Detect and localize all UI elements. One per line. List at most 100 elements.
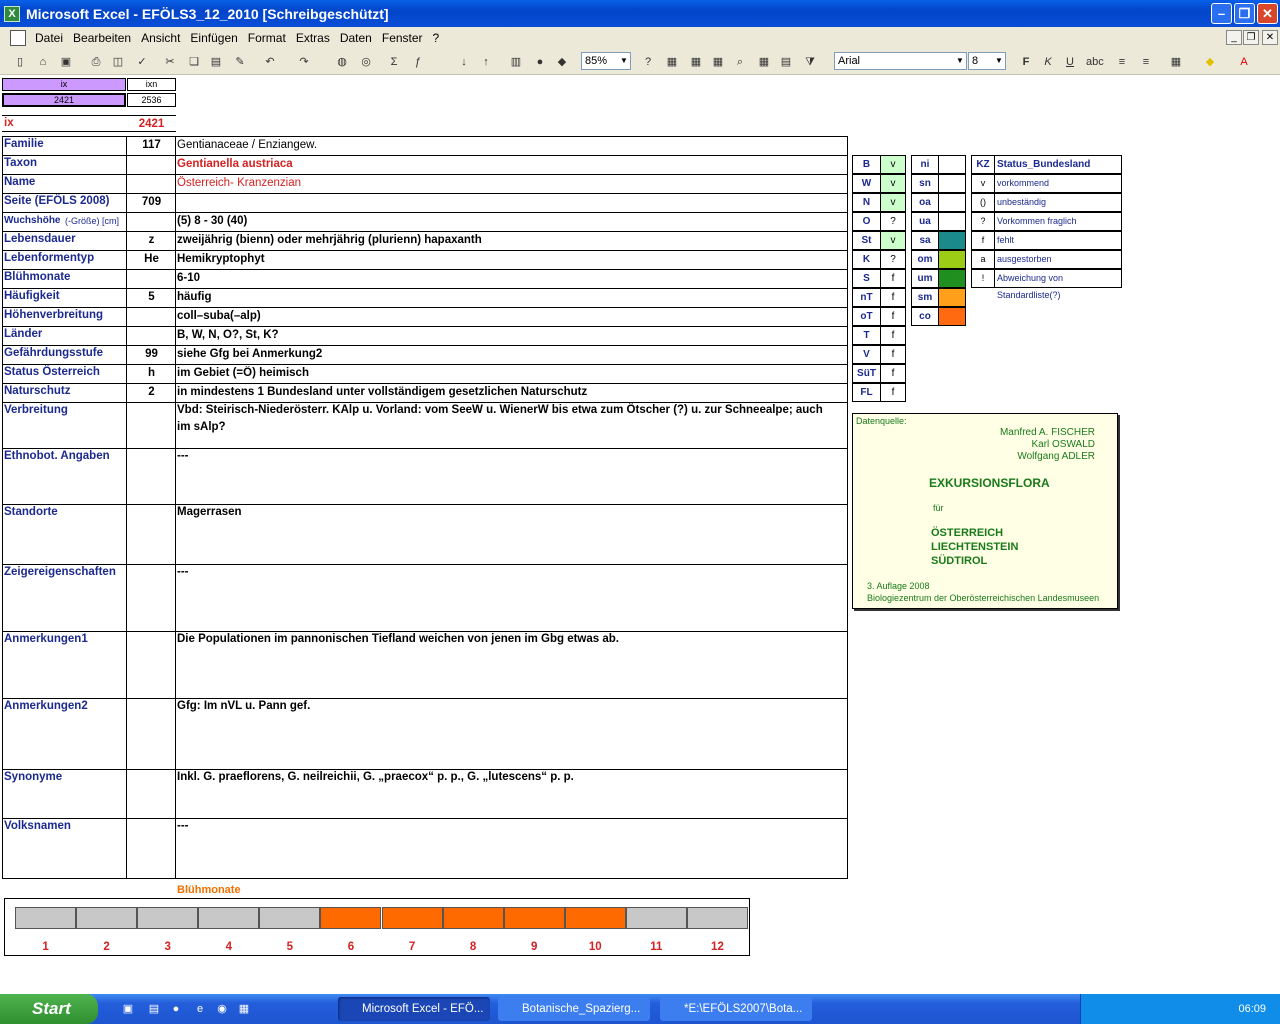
filter-icon[interactable]: ⧩ bbox=[802, 54, 818, 70]
sort-desc-icon[interactable]: ↑ bbox=[478, 54, 494, 70]
doc-restore-button[interactable]: ❐ bbox=[1243, 30, 1259, 45]
row-value[interactable]: 6-10 bbox=[177, 271, 847, 286]
menu-1[interactable]: Bearbeiten bbox=[68, 31, 136, 45]
section-value[interactable]: Gfg: Im nVL u. Pann gef. bbox=[177, 699, 847, 714]
section-value[interactable]: --- bbox=[177, 449, 847, 464]
size-dropdown-icon[interactable]: ▼ bbox=[993, 53, 1005, 69]
row-value[interactable]: häufig bbox=[177, 290, 847, 305]
row-value[interactable]: Gentianaceae / Enziangew. bbox=[177, 138, 847, 153]
row-value[interactable]: coll–suba(–alp) bbox=[177, 309, 847, 324]
paste-icon[interactable]: ▤ bbox=[208, 54, 224, 70]
row-value[interactable]: Hemikryptophyt bbox=[177, 252, 847, 267]
menu-3[interactable]: Einfügen bbox=[185, 31, 242, 45]
report-icon[interactable]: ▤ bbox=[778, 54, 794, 70]
start-button[interactable]: Start bbox=[0, 994, 98, 1024]
task-file[interactable]: *E:\EFÖLS2007\Bota... bbox=[660, 997, 812, 1021]
spelling-icon[interactable]: ✓ bbox=[134, 54, 150, 70]
section-value[interactable]: Inkl. G. praeflorens, G. neilreichii, G.… bbox=[177, 770, 847, 785]
doc-minimize-button[interactable]: _ bbox=[1226, 30, 1242, 45]
find-icon[interactable]: ⌕ bbox=[732, 54, 748, 70]
menu-8[interactable]: ? bbox=[428, 31, 445, 45]
menu-6[interactable]: Daten bbox=[335, 31, 377, 45]
strike-icon[interactable]: abc bbox=[1086, 54, 1104, 70]
redo-icon[interactable]: ↷ bbox=[296, 54, 312, 70]
source-country-2: LIECHTENSTEIN bbox=[931, 541, 1019, 553]
restore-button[interactable]: ❐ bbox=[1234, 3, 1255, 24]
save-icon[interactable]: ▣ bbox=[58, 54, 74, 70]
menu-5[interactable]: Extras bbox=[291, 31, 335, 45]
print-icon[interactable]: ⎙ bbox=[88, 54, 104, 70]
chart-icon[interactable]: ▥ bbox=[508, 54, 524, 70]
close-button[interactable]: ✕ bbox=[1257, 3, 1278, 24]
size-combo[interactable]: 8 ▼ bbox=[968, 52, 1006, 70]
row-value[interactable]: B, W, N, O?, St, K? bbox=[177, 328, 847, 343]
task-excel[interactable]: Microsoft Excel - EFÖ... bbox=[338, 997, 490, 1021]
desktop-icon[interactable]: ▣ bbox=[120, 1001, 136, 1017]
drawing-icon[interactable]: ◆ bbox=[554, 54, 570, 70]
row-value[interactable]: (5) 8 - 30 (40) bbox=[177, 214, 847, 229]
minimize-button[interactable]: – bbox=[1211, 3, 1232, 24]
font-dropdown-icon[interactable]: ▼ bbox=[954, 53, 966, 69]
state-code: FL bbox=[852, 383, 881, 402]
align-center-icon[interactable]: ≡ bbox=[1138, 54, 1154, 70]
section-value[interactable]: --- bbox=[177, 819, 847, 834]
fill-color-icon[interactable]: ◆ bbox=[1202, 54, 1218, 70]
section-value-2[interactable]: im sAlp? bbox=[177, 420, 847, 435]
altitude-swatch bbox=[938, 288, 966, 307]
calc-icon[interactable]: ▦ bbox=[710, 54, 726, 70]
row-value[interactable]: Gentianella austriaca bbox=[177, 157, 847, 172]
underline-icon[interactable]: U bbox=[1062, 54, 1078, 70]
row-line bbox=[2, 288, 848, 289]
layout-icon[interactable]: ▦ bbox=[756, 54, 772, 70]
quicklaunch-icon[interactable]: ▦ bbox=[236, 1001, 252, 1017]
align-left-icon[interactable]: ≡ bbox=[1114, 54, 1130, 70]
borders-icon[interactable]: ▦ bbox=[1168, 54, 1184, 70]
doc-close-button[interactable]: ✕ bbox=[1262, 30, 1278, 45]
cut-icon[interactable]: ✂ bbox=[162, 54, 178, 70]
ie-icon[interactable]: e bbox=[192, 1001, 208, 1017]
explorer-icon[interactable]: ▤ bbox=[146, 1001, 162, 1017]
id-cell-ixn[interactable]: 2536 bbox=[127, 93, 176, 107]
row-value[interactable]: in mindestens 1 Bundesland unter vollstä… bbox=[177, 385, 847, 400]
open-icon[interactable]: ⌂ bbox=[35, 54, 51, 70]
autosum-icon[interactable]: Σ bbox=[386, 54, 402, 70]
worksheet[interactable]: ix ixn 2421 2536 ix 2421 Familie 117 Genti… bbox=[0, 75, 1280, 990]
section-value[interactable]: Die Populationen im pannonischen Tieflan… bbox=[177, 632, 847, 647]
sort-asc-icon[interactable]: ↓ bbox=[456, 54, 472, 70]
map-icon[interactable]: ● bbox=[532, 54, 548, 70]
row-value[interactable]: zweijährig (bienn) oder mehrjährig (plur… bbox=[177, 233, 847, 248]
task-browser[interactable]: Botanische_Spazierg... bbox=[498, 997, 650, 1021]
row-value[interactable]: siehe Gfg bei Anmerkung2 bbox=[177, 347, 847, 362]
function-icon[interactable]: ƒ bbox=[410, 54, 426, 70]
row-value[interactable]: Österreich- Kranzenzian bbox=[177, 176, 847, 191]
italic-icon[interactable]: K bbox=[1040, 54, 1056, 70]
copy-icon[interactable]: ❏ bbox=[186, 54, 202, 70]
web-icon[interactable]: ◎ bbox=[358, 54, 374, 70]
zoom-combo[interactable]: 85% ▼ bbox=[581, 52, 631, 70]
menu-2[interactable]: Ansicht bbox=[136, 31, 185, 45]
menu-4[interactable]: Format bbox=[243, 31, 291, 45]
new-icon[interactable]: ▯ bbox=[12, 54, 28, 70]
format-painter-icon[interactable]: ✎ bbox=[232, 54, 248, 70]
form-icon[interactable]: ▦ bbox=[664, 54, 680, 70]
menu-0[interactable]: Datei bbox=[30, 31, 68, 45]
hyperlink-icon[interactable]: ◍ bbox=[334, 54, 350, 70]
bold-icon[interactable]: F bbox=[1018, 54, 1034, 70]
section-value[interactable]: --- bbox=[177, 565, 847, 580]
row-value[interactable]: im Gebiet (=Ö) heimisch bbox=[177, 366, 847, 381]
id-cell-ix[interactable]: 2421 bbox=[2, 93, 126, 107]
zoom-dropdown-icon[interactable]: ▼ bbox=[618, 53, 630, 69]
section-value[interactable]: Magerrasen bbox=[177, 505, 847, 520]
font-combo[interactable]: Arial ▼ bbox=[834, 52, 967, 70]
media-icon[interactable]: ● bbox=[168, 1001, 184, 1017]
preview-icon[interactable]: ◫ bbox=[110, 54, 126, 70]
undo-icon[interactable]: ↶ bbox=[262, 54, 278, 70]
grid-icon[interactable]: ▦ bbox=[688, 54, 704, 70]
firefox-icon[interactable]: ◉ bbox=[214, 1001, 230, 1017]
state-status: f bbox=[880, 326, 906, 345]
font-color-icon[interactable]: A bbox=[1236, 54, 1252, 70]
menu-7[interactable]: Fenster bbox=[377, 31, 428, 45]
state-status: v bbox=[880, 155, 906, 174]
help-icon[interactable]: ? bbox=[640, 54, 656, 70]
section-value[interactable]: Vbd: Steirisch-Niederösterr. KAlp u. Vor… bbox=[177, 403, 847, 418]
